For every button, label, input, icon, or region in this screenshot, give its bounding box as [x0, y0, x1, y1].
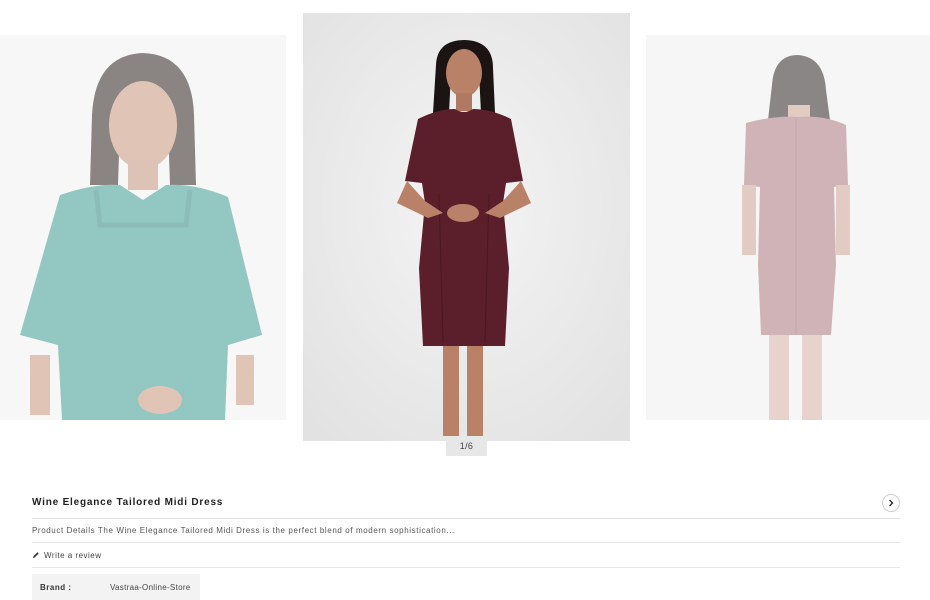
slide-counter: 1/6	[446, 436, 487, 456]
chevron-right-icon	[889, 499, 894, 507]
product-image-gallery[interactable]: 1/6	[0, 0, 930, 460]
next-product-button[interactable]	[882, 494, 900, 512]
product-title-row: Wine Elegance Tailored Midi Dress	[32, 492, 900, 519]
gallery-slide-active[interactable]	[303, 13, 630, 441]
brand-value: Vastraa-Online-Store	[110, 582, 191, 592]
product-description: Product Details The Wine Elegance Tailor…	[32, 526, 455, 535]
write-review-link[interactable]: Write a review	[32, 543, 900, 568]
gallery-slide-previous[interactable]	[0, 35, 286, 420]
brand-info: Brand : Vastraa-Online-Store	[32, 574, 200, 600]
teal-top-model-image	[0, 35, 286, 420]
gallery-slide-next[interactable]	[646, 35, 930, 420]
wine-dress-front-image	[303, 13, 630, 441]
pencil-icon	[33, 552, 39, 558]
write-review-label: Write a review	[44, 550, 102, 560]
brand-label: Brand :	[40, 582, 72, 592]
product-description-row: Product Details The Wine Elegance Tailor…	[32, 519, 900, 543]
wine-dress-back-image	[646, 35, 930, 420]
product-info: Wine Elegance Tailored Midi Dress Produc…	[32, 492, 900, 600]
product-title: Wine Elegance Tailored Midi Dress	[32, 497, 224, 508]
